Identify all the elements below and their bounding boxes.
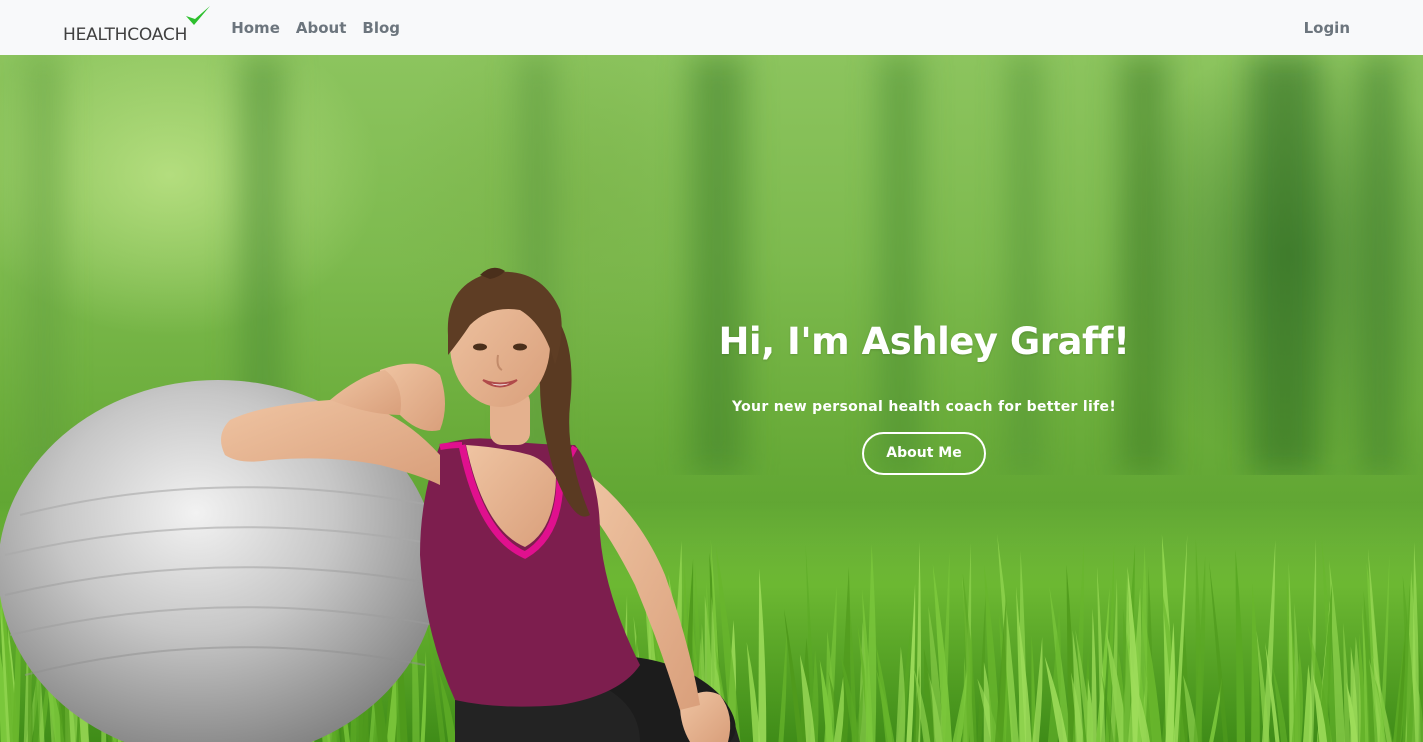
- brand-name: HEALTHCOACH: [63, 24, 188, 45]
- hero-section: Hi, I'm Ashley Graff! Your new personal …: [0, 55, 1423, 742]
- brand-logo[interactable]: HEALTHCOACH: [63, 5, 211, 46]
- nav-link-home[interactable]: Home: [231, 19, 280, 37]
- about-me-button[interactable]: About Me: [862, 432, 986, 476]
- hero-subtitle: Your new personal health coach for bette…: [731, 399, 1117, 416]
- nav-link-about[interactable]: About: [296, 19, 347, 37]
- checkmark-icon: [186, 5, 211, 25]
- nav-link-blog[interactable]: Blog: [362, 19, 400, 37]
- login-link[interactable]: Login: [1304, 19, 1350, 37]
- hero-content: Hi, I'm Ashley Graff! Your new personal …: [700, 320, 1148, 476]
- hero-title: Hi, I'm Ashley Graff!: [718, 320, 1130, 363]
- nav-links: Home About Blog: [231, 19, 400, 37]
- hero-woman-illustration: [0, 267, 740, 742]
- navbar: HEALTHCOACH Home About Blog Login: [0, 0, 1423, 55]
